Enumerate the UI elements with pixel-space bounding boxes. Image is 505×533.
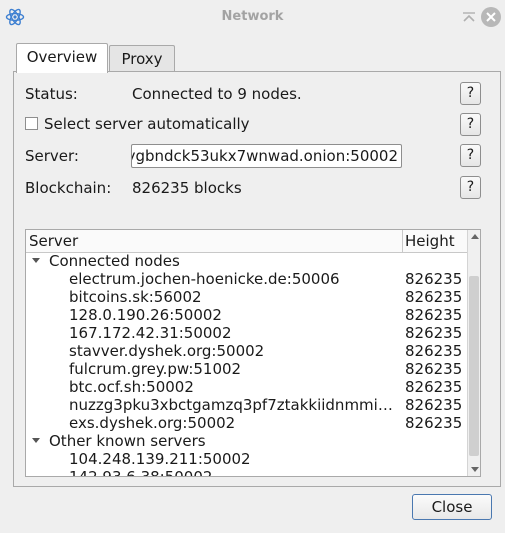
server-height: 826235 — [405, 270, 463, 288]
server-help-button[interactable]: ? — [460, 144, 481, 167]
server-height: 826235 — [405, 414, 463, 432]
network-dialog: Network Overview Proxy Status: Connected… — [0, 0, 505, 533]
blockchain-help-button[interactable]: ? — [460, 176, 481, 199]
tree-body: Connected nodes electrum.jochen-hoenicke.… — [26, 252, 467, 476]
server-address: 104.248.139.211:50002 — [69, 450, 251, 468]
title-bar: Network — [0, 0, 505, 34]
server-row[interactable]: btc.ocf.sh:50002 826235 — [26, 378, 467, 396]
expand-arrow-icon[interactable] — [32, 438, 40, 443]
server-height: 826235 — [405, 324, 463, 342]
server-input[interactable]: ygbndck53ukx7wnwad.onion:50002 — [131, 144, 402, 168]
column-divider[interactable] — [402, 230, 403, 252]
server-address: 142.93.6.38:50002 — [69, 468, 397, 476]
server-address: electrum.jochen-hoenicke.de:50006 — [69, 270, 340, 288]
tree-scrollbar[interactable] — [467, 230, 480, 476]
server-row[interactable]: bitcoins.sk:56002 826235 — [26, 288, 467, 306]
scrollbar-thumb[interactable] — [469, 276, 479, 456]
server-address: 128.0.190.26:50002 — [69, 306, 222, 324]
server-row[interactable]: exs.dyshek.org:50002 826235 — [26, 414, 467, 432]
auto-select-label: Select server automatically — [44, 115, 250, 133]
window-close-button[interactable] — [481, 7, 501, 27]
server-height: 826235 — [405, 360, 463, 378]
server-address: bitcoins.sk:56002 — [69, 288, 202, 306]
server-height: 826235 — [405, 288, 463, 306]
server-address: stavver.dyshek.org:50002 — [69, 342, 265, 360]
server-row[interactable]: stavver.dyshek.org:50002 826235 — [26, 342, 467, 360]
auto-select-checkbox[interactable] — [25, 117, 38, 130]
server-label: Server: — [25, 147, 79, 165]
minimize-icon[interactable] — [460, 8, 478, 26]
scroll-down-icon[interactable] — [471, 467, 479, 472]
column-header-height[interactable]: Height — [405, 231, 455, 251]
scroll-up-icon[interactable] — [471, 234, 479, 239]
server-row[interactable]: electrum.jochen-hoenicke.de:50006 826235 — [26, 270, 467, 288]
tree-group[interactable]: Connected nodes — [26, 252, 467, 270]
server-input-value: ygbndck53ukx7wnwad.onion:50002 — [131, 147, 398, 165]
status-value: Connected to 9 nodes. — [132, 85, 302, 103]
blockchain-label: Blockchain: — [25, 179, 112, 197]
column-header-server[interactable]: Server — [29, 231, 78, 251]
tree-group-label: Connected nodes — [49, 252, 180, 270]
server-row[interactable]: fulcrum.grey.pw:51002 826235 — [26, 360, 467, 378]
server-height: 826235 — [405, 378, 463, 396]
server-row[interactable]: 104.248.139.211:50002 — [26, 450, 467, 468]
status-help-button[interactable]: ? — [460, 82, 481, 105]
tree-header: Server Height — [26, 230, 467, 253]
server-height: 826235 — [405, 396, 463, 414]
status-label: Status: — [25, 85, 78, 103]
close-button[interactable]: Close — [412, 494, 492, 520]
tree-group[interactable]: Other known servers — [26, 432, 467, 450]
tab-overview[interactable]: Overview — [16, 43, 108, 73]
tab-proxy[interactable]: Proxy — [109, 45, 175, 73]
expand-arrow-icon[interactable] — [32, 258, 40, 263]
server-tree[interactable]: Server Height Connected nodes electrum.jo… — [25, 229, 481, 477]
server-row[interactable]: 128.0.190.26:50002 826235 — [26, 306, 467, 324]
blockchain-value: 826235 blocks — [132, 179, 242, 197]
server-address: btc.ocf.sh:50002 — [69, 378, 194, 396]
server-height: 826235 — [405, 342, 463, 360]
close-icon — [486, 12, 496, 22]
tree-group-label: Other known servers — [49, 432, 206, 450]
server-address: 167.172.42.31:50002 — [69, 324, 232, 342]
server-address: exs.dyshek.org:50002 — [69, 414, 236, 432]
server-row[interactable]: 167.172.42.31:50002 826235 — [26, 324, 467, 342]
server-row[interactable]: nuzzg3pku3xbctgamzq3pf7ztakkiidnmmi… 8262… — [26, 396, 467, 414]
server-row[interactable]: 142.93.6.38:50002 — [26, 468, 467, 476]
window-title: Network — [221, 9, 284, 24]
auto-select-help-button[interactable]: ? — [460, 113, 481, 136]
server-address: nuzzg3pku3xbctgamzq3pf7ztakkiidnmmi… — [69, 396, 393, 414]
server-height: 826235 — [405, 306, 463, 324]
server-address: fulcrum.grey.pw:51002 — [69, 360, 242, 378]
